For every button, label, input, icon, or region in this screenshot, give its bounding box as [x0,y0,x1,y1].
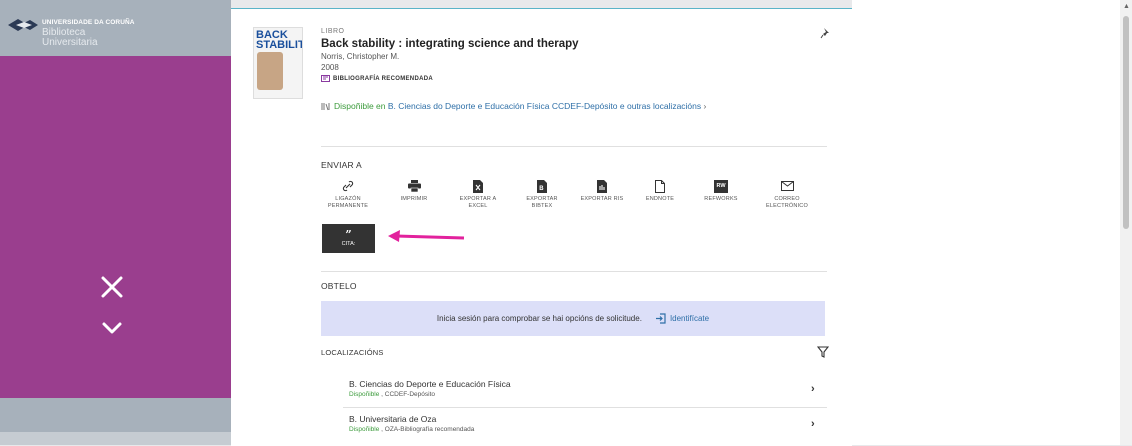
record-title[interactable]: Back stability : integrating science and… [321,38,579,50]
filter-icon[interactable] [817,346,829,358]
refworks-button[interactable]: RW REFWORKS [695,179,747,203]
cite-label: CITA: [341,241,356,247]
right-panel [852,0,1120,445]
availability-chevron-icon: › [703,101,707,111]
location-row[interactable]: B. Universitaria de Oza Dispoñible , OZA… [321,409,827,441]
record-author: Norris, Christopher M. [321,52,400,61]
logo-library-subname: Universitaria [42,37,98,48]
print-icon [407,180,421,192]
location-status: Dispoñible [349,426,380,433]
recommended-icon [321,75,330,82]
location-shelf: , OZA-Bibliografía recomendada [379,426,475,433]
cite-button[interactable]: ” CITA: [322,224,375,253]
endnote-button[interactable]: ENDNOTE [634,179,686,203]
quote-icon: ” [345,228,352,241]
scrollbar[interactable]: ▲ [1120,0,1132,445]
left-bottom-bar [0,432,231,445]
annotation-arrow-icon [388,230,465,242]
login-banner: Inicia sesión para comprobar se hai opci… [321,301,825,336]
sign-in-icon [655,313,666,324]
location-name: B. Ciencias do Deporte e Educación Físic… [349,379,511,389]
availability-status: Dispoñible en [334,101,386,111]
divider [321,271,827,272]
endnote-icon [655,179,665,193]
chevron-right-icon: › [811,418,815,430]
close-icon[interactable] [97,272,127,302]
link-icon [342,180,354,192]
availability-location: B. Ciencias do Deporte e Educación Físic… [387,101,550,111]
svg-text:B: B [539,186,544,192]
location-shelf: , CCDEF-Depósito [379,391,435,398]
location-name: B. Universitaria de Oza [349,414,437,424]
cover-title: BACK STABILITY [256,29,302,51]
divider [343,407,827,408]
email-icon [780,181,794,191]
record-year: 2008 [321,63,339,72]
print-button[interactable]: IMPRIMIR [388,179,440,203]
chevron-down-icon[interactable] [100,320,124,336]
export-ris-button[interactable]: EXPORTAR RIS [576,179,628,203]
availability-shelf: CCDEF-Depósito e outras localizacións [551,101,702,111]
availability-line[interactable]: Dispoñible en B. Ciencias do Deporte e E… [321,101,706,111]
email-button[interactable]: CORREO ELECTRÓNICO [761,179,813,210]
sign-in-link[interactable]: Identifícate [655,313,710,324]
university-logo[interactable]: UNIVERSIDADE DA CORUÑA Biblioteca Univer… [8,18,135,48]
location-status: Dispoñible [349,391,380,398]
location-row[interactable]: B. Ciencias do Deporte e Educación Físic… [321,374,827,406]
library-icon [321,102,330,110]
ris-icon [597,179,607,193]
get-it-heading: OBTELO [321,281,357,291]
record-info: LIBRO Back stability : integrating scien… [321,28,579,82]
pin-icon[interactable] [820,27,832,39]
export-bibtex-button[interactable]: B EXPORTAR BIBTEX [516,179,568,210]
sign-in-label: Identifícate [669,314,710,323]
chevron-right-icon: › [811,383,815,395]
logo-emblem-icon [8,19,38,31]
record-detail-panel: BACK STABILITY LIBRO Back stability : in… [231,8,852,446]
export-excel-button[interactable]: EXPORTAR A EXCEL [452,179,504,210]
permalink-button[interactable]: LIGAZÓN PERMANENTE [322,179,374,210]
bibtex-icon: B [537,179,547,193]
cover-figure [257,52,283,90]
locations-heading: LOCALIZACIÓNS [321,348,384,357]
recommended-badge: BIBLIOGRAFÍA RECOMENDADA [321,75,579,82]
send-to-heading: ENVIAR A [321,160,362,170]
scroll-up-icon[interactable]: ▲ [1123,3,1130,10]
recommended-label: BIBLIOGRAFÍA RECOMENDADA [333,75,433,82]
scrollbar-thumb[interactable] [1123,16,1129,229]
refworks-icon: RW [714,179,728,193]
record-type: LIBRO [321,28,345,35]
excel-icon [473,179,483,193]
divider [321,146,827,147]
login-message: Inicia sesión para comprobar se hai opci… [436,314,642,323]
book-cover[interactable]: BACK STABILITY [253,27,303,99]
left-panel: UNIVERSIDADE DA CORUÑA Biblioteca Univer… [0,0,231,445]
left-accent-panel [0,56,231,398]
